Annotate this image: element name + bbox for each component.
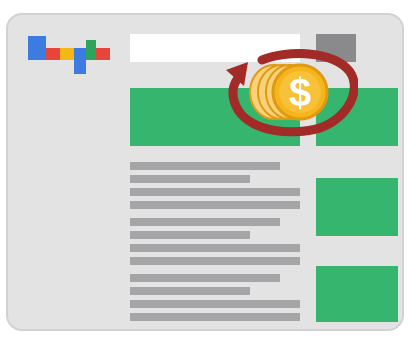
result-line <box>130 300 300 308</box>
result-line <box>130 313 300 321</box>
dollar-coin-stack-icon: $ <box>226 49 358 137</box>
result-group <box>130 218 300 270</box>
result-line <box>130 201 300 209</box>
result-line <box>130 244 300 252</box>
result-group <box>130 162 300 214</box>
colored-bar-logo-icon <box>28 36 110 74</box>
result-line <box>130 188 300 196</box>
result-line <box>130 231 250 239</box>
result-line <box>130 162 280 170</box>
side-ad-block-middle[interactable] <box>316 178 398 236</box>
result-line <box>130 274 280 282</box>
result-line <box>130 287 250 295</box>
result-line <box>130 175 250 183</box>
result-line <box>130 218 280 226</box>
result-line <box>130 257 300 265</box>
result-group <box>130 274 300 326</box>
dollar-sign: $ <box>289 71 311 115</box>
side-ad-block-bottom[interactable] <box>316 266 398 322</box>
